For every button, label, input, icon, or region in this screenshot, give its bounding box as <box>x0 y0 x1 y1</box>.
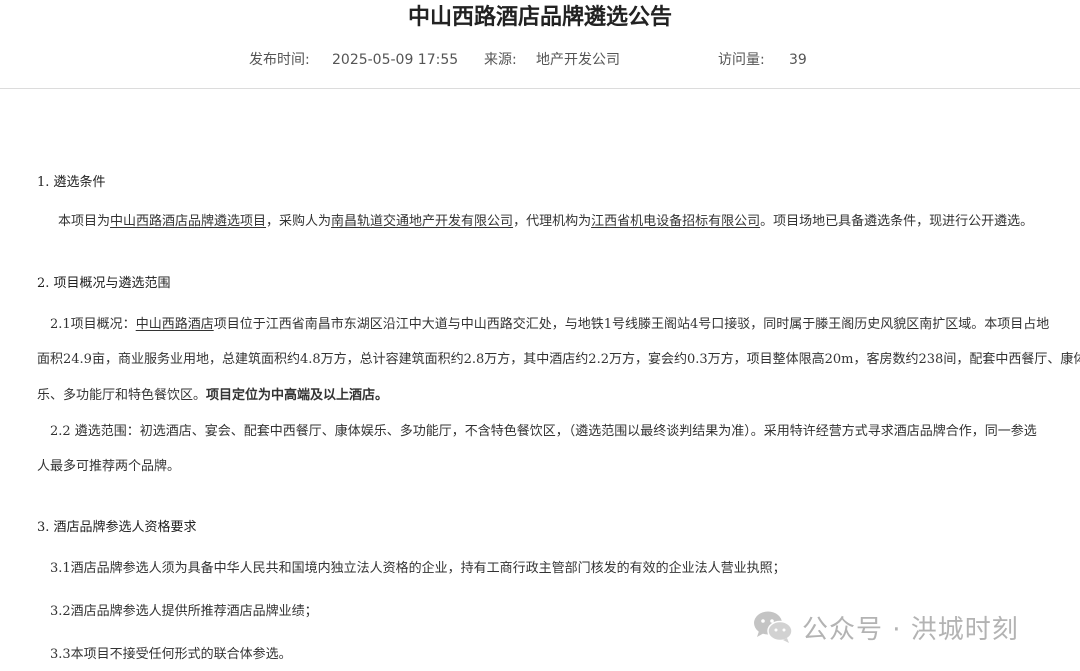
project-name-link[interactable]: 中山西路酒店品牌遴选项目 <box>110 214 266 229</box>
hotel-name-link[interactable]: 中山西路酒店 <box>136 317 214 332</box>
section-1-paragraph: 本项目为中山西路酒店品牌遴选项目，采购人为南昌轨道交通地产开发有限公司，代理机构… <box>58 212 1033 232</box>
watermark-text: 公众号 · 洪城时刻 <box>802 614 1019 645</box>
agency-link[interactable]: 江西省机电设备招标有限公司 <box>591 214 760 229</box>
text-run: 本项目为 <box>58 214 111 229</box>
text-run: ，采购人为 <box>266 214 332 229</box>
section-2-1-line-3: 乐、多功能厅和特色餐饮区。项目定位为中高端及以上酒店。 <box>37 386 388 406</box>
text-run: 项目位于江西省南昌市东湖区沿江中大道与中山西路交汇处，与地铁1号线滕王阁站4号口… <box>213 317 1050 332</box>
hotel-positioning-text: 项目定位为中高端及以上酒店。 <box>206 388 389 403</box>
text-run: 2.1项目概况： <box>50 317 136 332</box>
section-2-1-line-1: 2.1项目概况：中山西路酒店项目位于江西省南昌市东湖区沿江中大道与中山西路交汇处… <box>50 315 1049 335</box>
section-3-heading: 3. 酒店品牌参选人资格要求 <box>37 520 197 535</box>
section-1-heading: 1. 遴选条件 <box>37 175 106 190</box>
purchaser-link[interactable]: 南昌轨道交通地产开发有限公司 <box>331 214 513 229</box>
section-2-heading: 2. 项目概况与遴选范围 <box>37 276 171 291</box>
section-2-2-line-1: 2.2 遴选范围：初选酒店、宴会、配套中西餐厅、康体娱乐、多功能厅，不含特色餐饮… <box>50 424 1037 439</box>
text-run: ，代理机构为 <box>513 214 592 229</box>
text-run: 。项目场地已具备遴选条件，现进行公开遴选。 <box>760 214 1034 229</box>
section-2-2-line-2: 人最多可推荐两个品牌。 <box>37 459 181 474</box>
text-run: 乐、多功能厅和特色餐饮区。 <box>37 388 207 403</box>
section-3-2: 3.2酒店品牌参选人提供所推荐酒店品牌业绩； <box>50 604 318 619</box>
section-2-1-line-2: 面积24.9亩，商业服务业用地，总建筑面积约4.8万方，总计容建筑面积约2.8万… <box>37 352 1080 367</box>
wechat-logo-icon <box>754 611 793 643</box>
section-3-3: 3.3本项目不接受任何形式的联合体参选。 <box>50 647 292 662</box>
wechat-watermark: 公众号 · 洪城时刻 <box>752 607 1019 647</box>
article-body: 1. 遴选条件 本项目为中山西路酒店品牌遴选项目，采购人为南昌轨道交通地产开发有… <box>0 0 1080 671</box>
section-3-1: 3.1酒店品牌参选人须为具备中华人民共和国境内独立法人资格的企业，持有工商行政主… <box>50 561 786 576</box>
